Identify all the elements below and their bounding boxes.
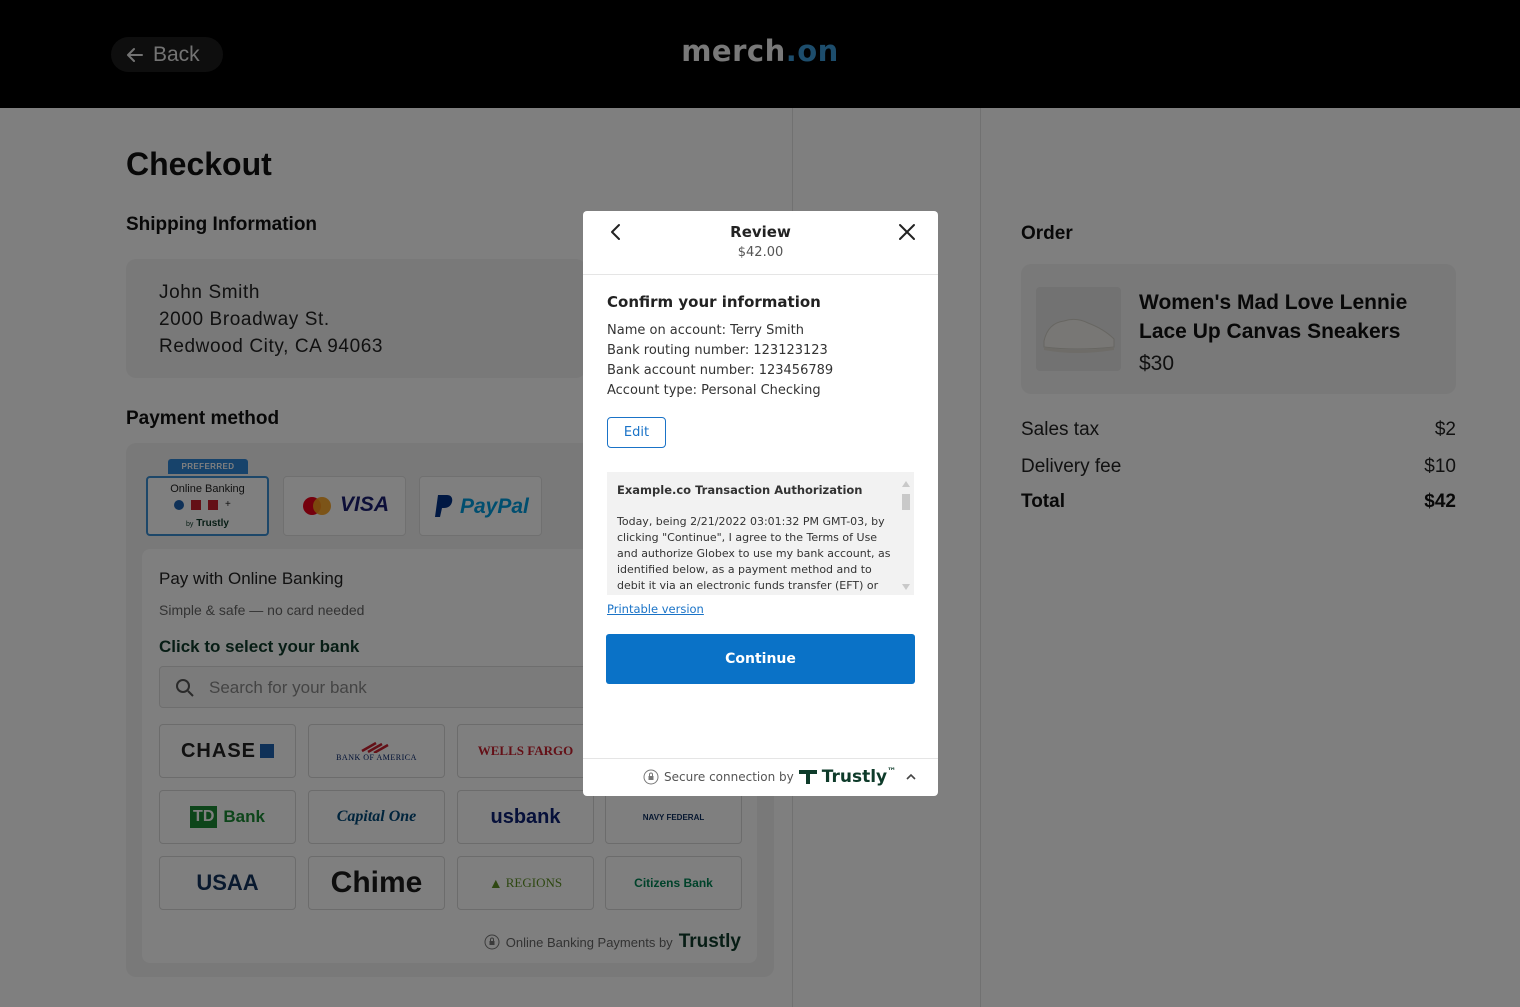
account-info: Name on account: Terry Smith Bank routin…: [607, 321, 833, 401]
account-name: Name on account: Terry Smith: [607, 323, 804, 338]
edit-button[interactable]: Edit: [607, 417, 666, 448]
trustly-logo: Trustly™: [821, 767, 897, 787]
routing-number: Bank routing number: 123123123: [607, 343, 828, 358]
terms-title: Example.co Transaction Authorization: [617, 483, 863, 497]
account-number: Bank account number: 123456789: [607, 363, 834, 378]
confirm-heading: Confirm your information: [607, 293, 821, 311]
terms-box[interactable]: Example.co Transaction Authorization Tod…: [607, 472, 914, 595]
modal-footer: Secure connection by Trustly™: [583, 758, 938, 796]
continue-button[interactable]: Continue: [606, 634, 915, 684]
trustly-t-icon: [798, 770, 817, 784]
modal-header: Review $42.00: [583, 211, 938, 275]
scroll-down-icon[interactable]: [902, 584, 910, 590]
terms-scrollbar[interactable]: [898, 472, 914, 595]
printable-version-link[interactable]: Printable version: [607, 602, 704, 616]
scroll-thumb[interactable]: [902, 494, 910, 510]
lock-icon: [643, 769, 659, 785]
scroll-up-icon[interactable]: [902, 481, 910, 487]
chevron-up-icon[interactable]: [905, 771, 917, 783]
modal-amount: $42.00: [737, 245, 784, 260]
review-modal: Review $42.00 Confirm your information N…: [583, 211, 938, 796]
close-icon[interactable]: [895, 220, 919, 244]
modal-title: Review: [730, 223, 791, 241]
terms-body: Today, being 2/21/2022 03:01:32 PM GMT-0…: [617, 515, 891, 592]
secure-connection-label: Secure connection by: [664, 770, 794, 784]
account-type: Account type: Personal Checking: [607, 383, 821, 398]
